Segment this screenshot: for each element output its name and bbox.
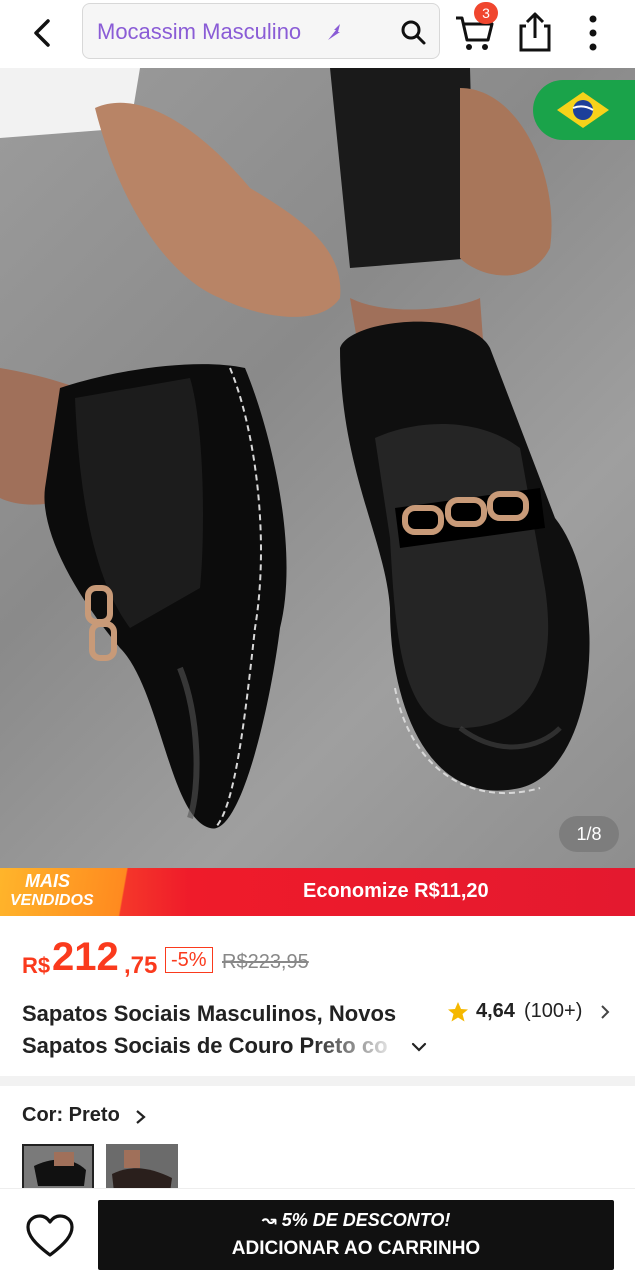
price-integer: 212 [52, 935, 119, 979]
product-photo [0, 68, 590, 829]
chevron-down-icon[interactable] [408, 1036, 430, 1058]
rating-count: (100+) [524, 1000, 583, 1022]
rating-summary[interactable]: 4,64 (100+) [446, 1000, 626, 1026]
more-options-icon[interactable] [580, 12, 606, 54]
search-icon[interactable] [399, 18, 427, 46]
badge-line2: VENDIDOS [10, 892, 94, 909]
product-image[interactable]: 1/8 [0, 68, 635, 868]
country-flag-badge[interactable] [533, 80, 635, 140]
promo-banner[interactable]: MAIS VENDIDOS Economize R$11,20 [0, 868, 635, 916]
cta-promo-text: ↝ 5% DE DESCONTO! [261, 1210, 451, 1230]
trending-arrow-icon [328, 24, 340, 40]
search-query[interactable]: Mocassim Masculino [97, 19, 301, 45]
add-to-cart-button[interactable]: ↝ 5% DE DESCONTO! ADICIONAR AO CARRINHO [98, 1200, 614, 1270]
price-currency: R$ [22, 953, 51, 978]
rating-value: 4,64 [476, 1000, 515, 1022]
section-divider [0, 1076, 635, 1086]
image-counter: 1/8 [559, 816, 619, 852]
chevron-right-icon[interactable] [133, 1108, 149, 1126]
title-fade [310, 1030, 400, 1062]
color-label[interactable]: Cor: Preto [22, 1104, 120, 1127]
share-icon[interactable] [514, 10, 556, 54]
search-bar[interactable]: Mocassim Masculino [82, 3, 440, 59]
savings-text: Economize R$11,20 [303, 880, 489, 902]
heart-icon[interactable] [24, 1213, 76, 1261]
discount-badge: -5% [165, 947, 213, 973]
badge-line1: MAIS [25, 871, 70, 891]
back-arrow-icon[interactable] [22, 13, 62, 53]
price-row: R$ 212 ,75 -5% R$223,95 [22, 935, 622, 985]
star-icon [448, 1002, 468, 1022]
top-bar: Mocassim Masculino 3 [0, 0, 635, 66]
cart-count-badge: 3 [474, 2, 498, 24]
price-decimal: ,75 [124, 952, 158, 979]
chevron-right-icon [601, 1005, 610, 1019]
brazil-flag-icon [557, 88, 609, 132]
bottom-action-bar: ↝ 5% DE DESCONTO! ADICIONAR AO CARRINHO [0, 1188, 635, 1280]
best-seller-badge: MAIS VENDIDOS [0, 868, 150, 916]
cta-label: ADICIONAR AO CARRINHO [231, 1238, 481, 1259]
original-price: R$223,95 [222, 951, 309, 973]
